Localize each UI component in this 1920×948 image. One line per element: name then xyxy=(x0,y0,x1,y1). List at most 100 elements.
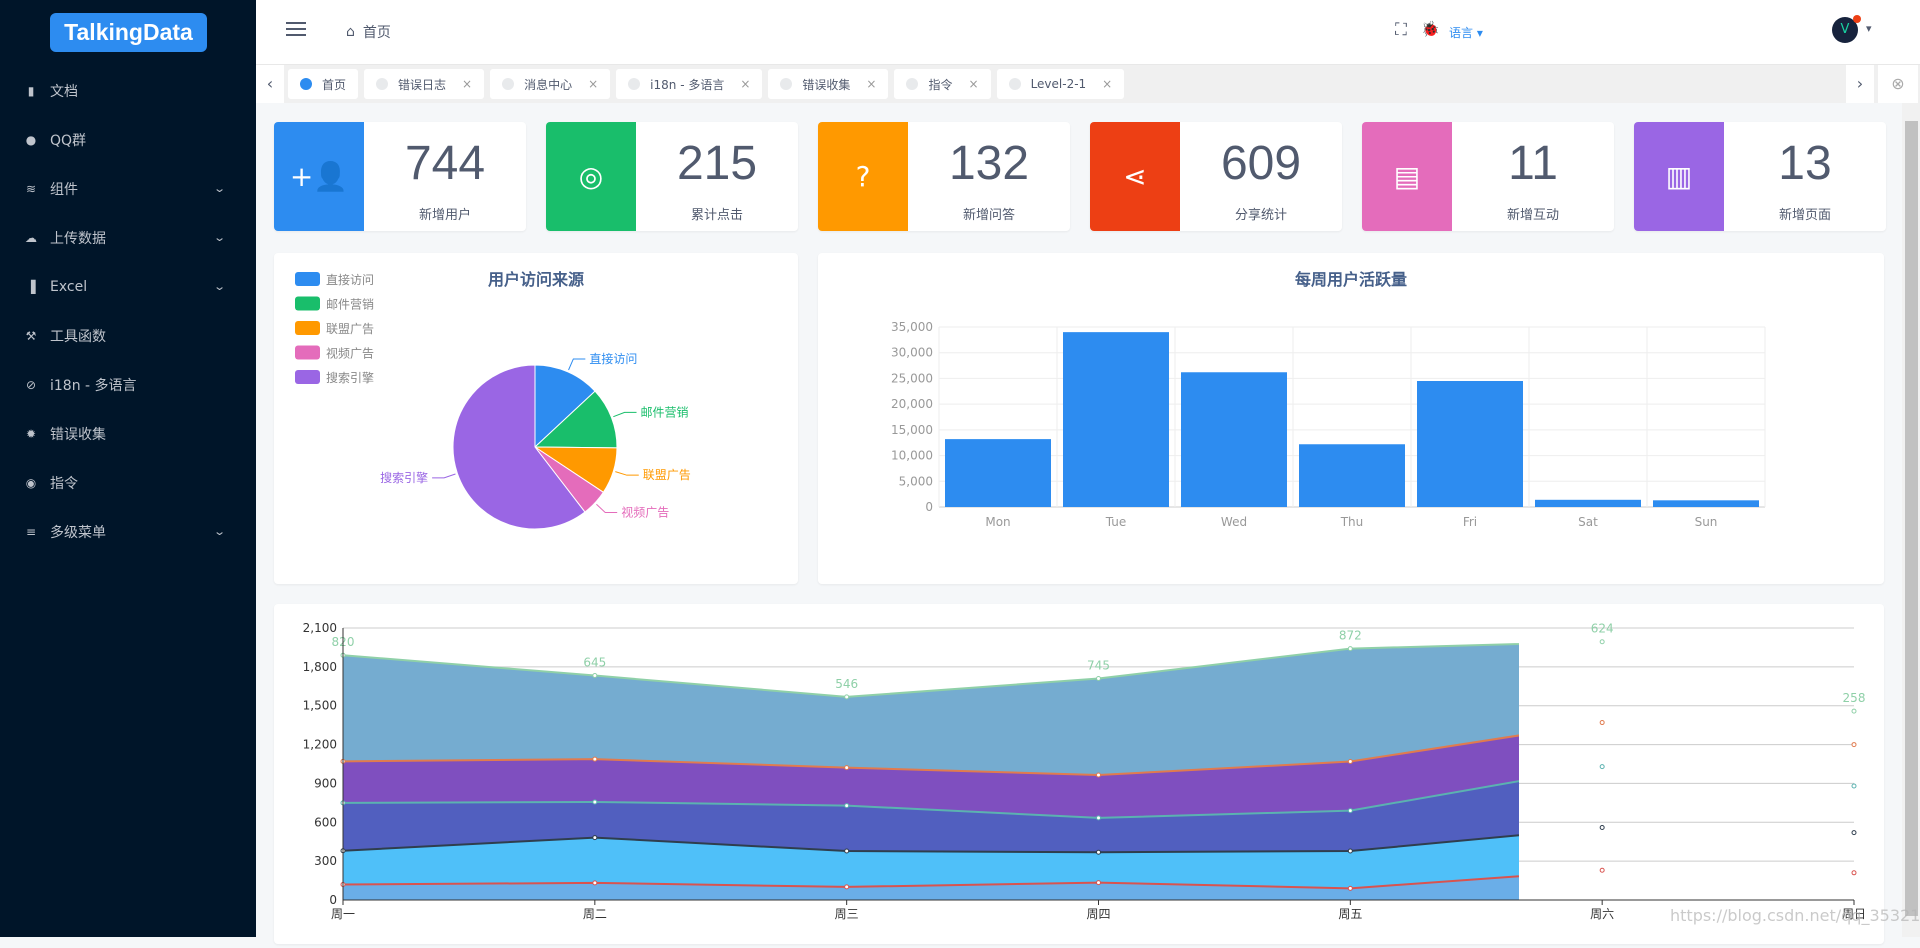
data-point[interactable] xyxy=(1096,849,1101,855)
sidebar-item-label: 文档 xyxy=(50,83,78,100)
data-point[interactable] xyxy=(1851,708,1857,714)
notification-badge xyxy=(1853,15,1861,23)
close-icon[interactable]: × xyxy=(969,77,979,91)
legend-swatch[interactable] xyxy=(295,345,320,360)
data-point[interactable] xyxy=(1599,824,1605,830)
data-point[interactable] xyxy=(1096,676,1101,682)
fullscreen-icon[interactable]: ⛶ xyxy=(1395,20,1407,40)
scroll-left-button[interactable]: ‹ xyxy=(256,65,284,103)
data-point[interactable] xyxy=(1347,848,1353,854)
data-point[interactable] xyxy=(844,884,850,890)
scrollbar[interactable] xyxy=(1902,103,1920,937)
sidebar-item[interactable]: ● QQ群 xyxy=(0,115,256,164)
sidebar-item-label: i18n - 多语言 xyxy=(50,377,137,394)
close-icon[interactable]: × xyxy=(866,77,876,91)
bug-icon[interactable]: 🐞 xyxy=(1421,20,1440,38)
stat-label: 累计点击 xyxy=(690,208,743,223)
legend-swatch[interactable] xyxy=(295,370,320,384)
tab[interactable]: 首页 xyxy=(288,69,359,99)
tag-list: 首页 错误日志 × 消息中心 × i18n - 多语言 × 错误收集 × 指令 × Level-2-1… xyxy=(288,69,1125,99)
data-point[interactable] xyxy=(844,848,850,854)
layers-icon: ≋ xyxy=(25,181,37,196)
data-point[interactable] xyxy=(1599,764,1605,770)
stat-value: 215 xyxy=(676,137,758,190)
bar[interactable] xyxy=(1653,500,1759,507)
y-tick-label: 300 xyxy=(314,854,337,868)
locate-icon: ◎ xyxy=(546,122,636,231)
data-point[interactable] xyxy=(1347,885,1353,891)
data-point[interactable] xyxy=(1851,830,1857,836)
breadcrumb-item[interactable]: 首页 xyxy=(363,22,391,42)
data-point[interactable] xyxy=(1851,783,1857,789)
data-point[interactable] xyxy=(844,765,850,771)
data-point[interactable] xyxy=(1096,815,1101,821)
data-point[interactable] xyxy=(592,799,598,805)
data-point[interactable] xyxy=(844,803,850,809)
data-point[interactable] xyxy=(1851,742,1857,748)
legend-swatch[interactable] xyxy=(295,296,320,311)
tab-label: 首页 xyxy=(322,77,347,92)
close-all-icon[interactable]: ⊗ xyxy=(1878,65,1918,103)
bar[interactable] xyxy=(1417,381,1523,507)
chevron-down-icon[interactable]: ▾ xyxy=(1866,22,1872,35)
data-point[interactable] xyxy=(1851,870,1857,876)
stat-value: 609 xyxy=(1220,137,1302,190)
sidebar-item[interactable]: ⚒ 工具函数 xyxy=(0,311,256,360)
tab[interactable]: Level-2-1 × xyxy=(996,69,1125,99)
tab[interactable]: 错误收集 × xyxy=(768,69,889,99)
sidebar-item[interactable]: ◉ 指令 xyxy=(0,458,256,507)
data-point[interactable] xyxy=(592,880,598,886)
tab[interactable]: 消息中心 × xyxy=(490,69,611,99)
bar[interactable] xyxy=(1181,372,1287,507)
close-icon[interactable]: × xyxy=(588,77,598,91)
bar[interactable] xyxy=(1299,444,1405,507)
tab[interactable]: 指令 × xyxy=(894,69,991,99)
compass-icon: ◉ xyxy=(25,475,37,490)
data-label: 872 xyxy=(1339,629,1362,643)
legend-label[interactable]: 视频广告 xyxy=(326,346,374,361)
data-point[interactable] xyxy=(592,835,598,841)
stat-card: ▥ 13 新增页面 xyxy=(1634,122,1886,231)
menu-toggle-icon[interactable] xyxy=(286,22,306,36)
data-point[interactable] xyxy=(1599,639,1605,645)
data-point[interactable] xyxy=(592,673,598,679)
legend-label[interactable]: 联盟广告 xyxy=(326,322,374,336)
bar[interactable] xyxy=(945,439,1051,507)
sidebar-item[interactable]: ☁ 上传数据 ⌄ xyxy=(0,213,256,262)
legend-swatch[interactable] xyxy=(295,272,320,286)
data-point[interactable] xyxy=(1096,880,1101,886)
data-point[interactable] xyxy=(592,756,598,762)
user-add-icon: +👤 xyxy=(274,122,364,231)
scrollbar-thumb[interactable] xyxy=(1905,121,1918,916)
data-point[interactable] xyxy=(1347,646,1353,652)
legend-label[interactable]: 搜索引擎 xyxy=(326,370,374,385)
bar[interactable] xyxy=(1063,332,1169,507)
data-point[interactable] xyxy=(1096,772,1101,778)
tab[interactable]: 错误日志 × xyxy=(364,69,485,99)
chevron-down-icon: ⌄ xyxy=(212,182,226,195)
logo[interactable]: TalkingData xyxy=(50,13,207,52)
sidebar-item[interactable]: ⊘ i18n - 多语言 xyxy=(0,360,256,409)
data-point[interactable] xyxy=(1599,867,1605,873)
sidebar-item[interactable]: ▮ 文档 xyxy=(0,66,256,115)
legend-label[interactable]: 邮件营销 xyxy=(326,298,374,312)
close-icon[interactable]: × xyxy=(1102,77,1112,91)
sidebar-item[interactable]: ≡ 多级菜单 ⌄ xyxy=(0,507,256,556)
legend-swatch[interactable] xyxy=(295,321,320,335)
sidebar-item[interactable]: ▐ Excel ⌄ xyxy=(0,262,256,311)
bar[interactable] xyxy=(1535,499,1641,507)
sidebar-item[interactable]: ✹ 错误收集 xyxy=(0,409,256,458)
data-point[interactable] xyxy=(1347,808,1353,814)
scroll-right-button[interactable]: › xyxy=(1846,65,1874,103)
language-dropdown[interactable]: 语言 ▾ xyxy=(1449,24,1483,41)
data-point[interactable] xyxy=(1347,759,1353,765)
close-icon[interactable]: × xyxy=(462,77,472,91)
tab[interactable]: i18n - 多语言 × xyxy=(616,69,763,99)
legend-label[interactable]: 直接访问 xyxy=(326,272,374,287)
area-chart-card: 0 300 600 900 1,200 1,500 1,800 2,100 820 645 546 7… xyxy=(274,604,1884,944)
y-tick-label: 0 xyxy=(329,893,337,907)
data-point[interactable] xyxy=(1599,720,1605,726)
close-icon[interactable]: × xyxy=(740,77,750,91)
sidebar-item[interactable]: ≋ 组件 ⌄ xyxy=(0,164,256,213)
data-point[interactable] xyxy=(844,694,850,700)
